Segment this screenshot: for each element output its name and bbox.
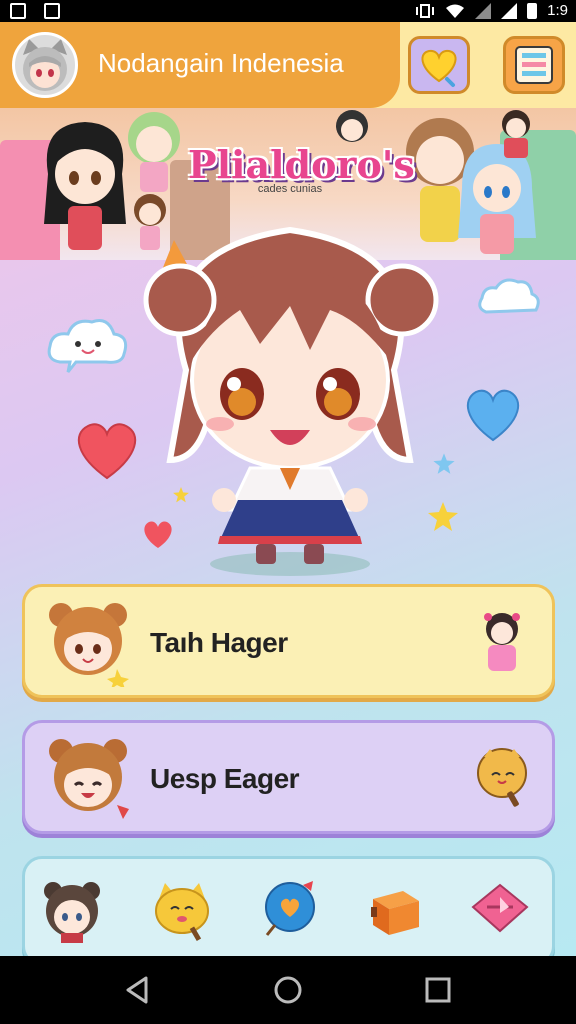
menu-button[interactable]: [503, 36, 565, 94]
cat-icon[interactable]: [149, 877, 215, 943]
menu-icon: [515, 46, 553, 84]
battery-icon: [527, 2, 538, 19]
bear-avatar-icon[interactable]: [39, 877, 105, 943]
card-1-label: Taıh Hager: [150, 627, 288, 658]
app-header: Nodangain Indenesia: [0, 22, 576, 108]
wifi-icon: [446, 4, 465, 18]
banner-logo-text: Plialdoro's: [188, 142, 415, 187]
header-title-bar: Nodangain Indenesia: [0, 22, 400, 108]
status-bar: 1:9: [0, 0, 576, 22]
cloud-face-icon: [47, 319, 128, 373]
home-icon[interactable]: [272, 974, 304, 1006]
cloud-icon: [478, 278, 540, 314]
chibi-girl-icon: [484, 613, 520, 671]
clock: 1:9: [547, 2, 568, 19]
vibrate-icon: [416, 3, 435, 18]
pink-gift-icon[interactable]: [467, 877, 533, 943]
notification-icon: [10, 3, 26, 19]
signal-icon-2: [501, 2, 518, 19]
sim-card-icon: [44, 3, 60, 19]
system-navigation-bar: [0, 956, 576, 1024]
profile-avatar[interactable]: [12, 32, 78, 98]
heart-icon: [421, 49, 457, 87]
app-screen: Nodangain Indenesia Plialdoro's cades cu…: [0, 22, 576, 956]
character-card-1[interactable]: Taıh Hager: [22, 584, 555, 698]
back-icon[interactable]: [122, 974, 154, 1006]
main-character-chibi: [143, 226, 439, 576]
cookie-character-icon: [477, 748, 527, 807]
card-2-label: Uesp Eager: [150, 763, 300, 794]
favorites-button[interactable]: [408, 36, 470, 94]
red-heart-icon: [77, 423, 137, 480]
balloon-icon[interactable]: [257, 877, 323, 943]
app-title: Nodangain Indenesia: [98, 48, 344, 78]
item-tray: [22, 856, 555, 956]
item-tray-row: [25, 859, 552, 956]
character-card-2[interactable]: Uesp Eager: [22, 720, 555, 834]
signal-icon: [475, 2, 492, 19]
banner-logo: Plialdoro's cades cunias: [188, 142, 415, 195]
character-green-hair: [128, 112, 180, 192]
bear-girl-avatar: [49, 603, 129, 687]
gift-box-icon[interactable]: [363, 877, 429, 943]
recents-icon[interactable]: [422, 974, 454, 1006]
bear-girl-avatar-2: [49, 739, 129, 819]
blue-heart-icon: [466, 389, 520, 442]
character-boy-small: [502, 110, 530, 158]
